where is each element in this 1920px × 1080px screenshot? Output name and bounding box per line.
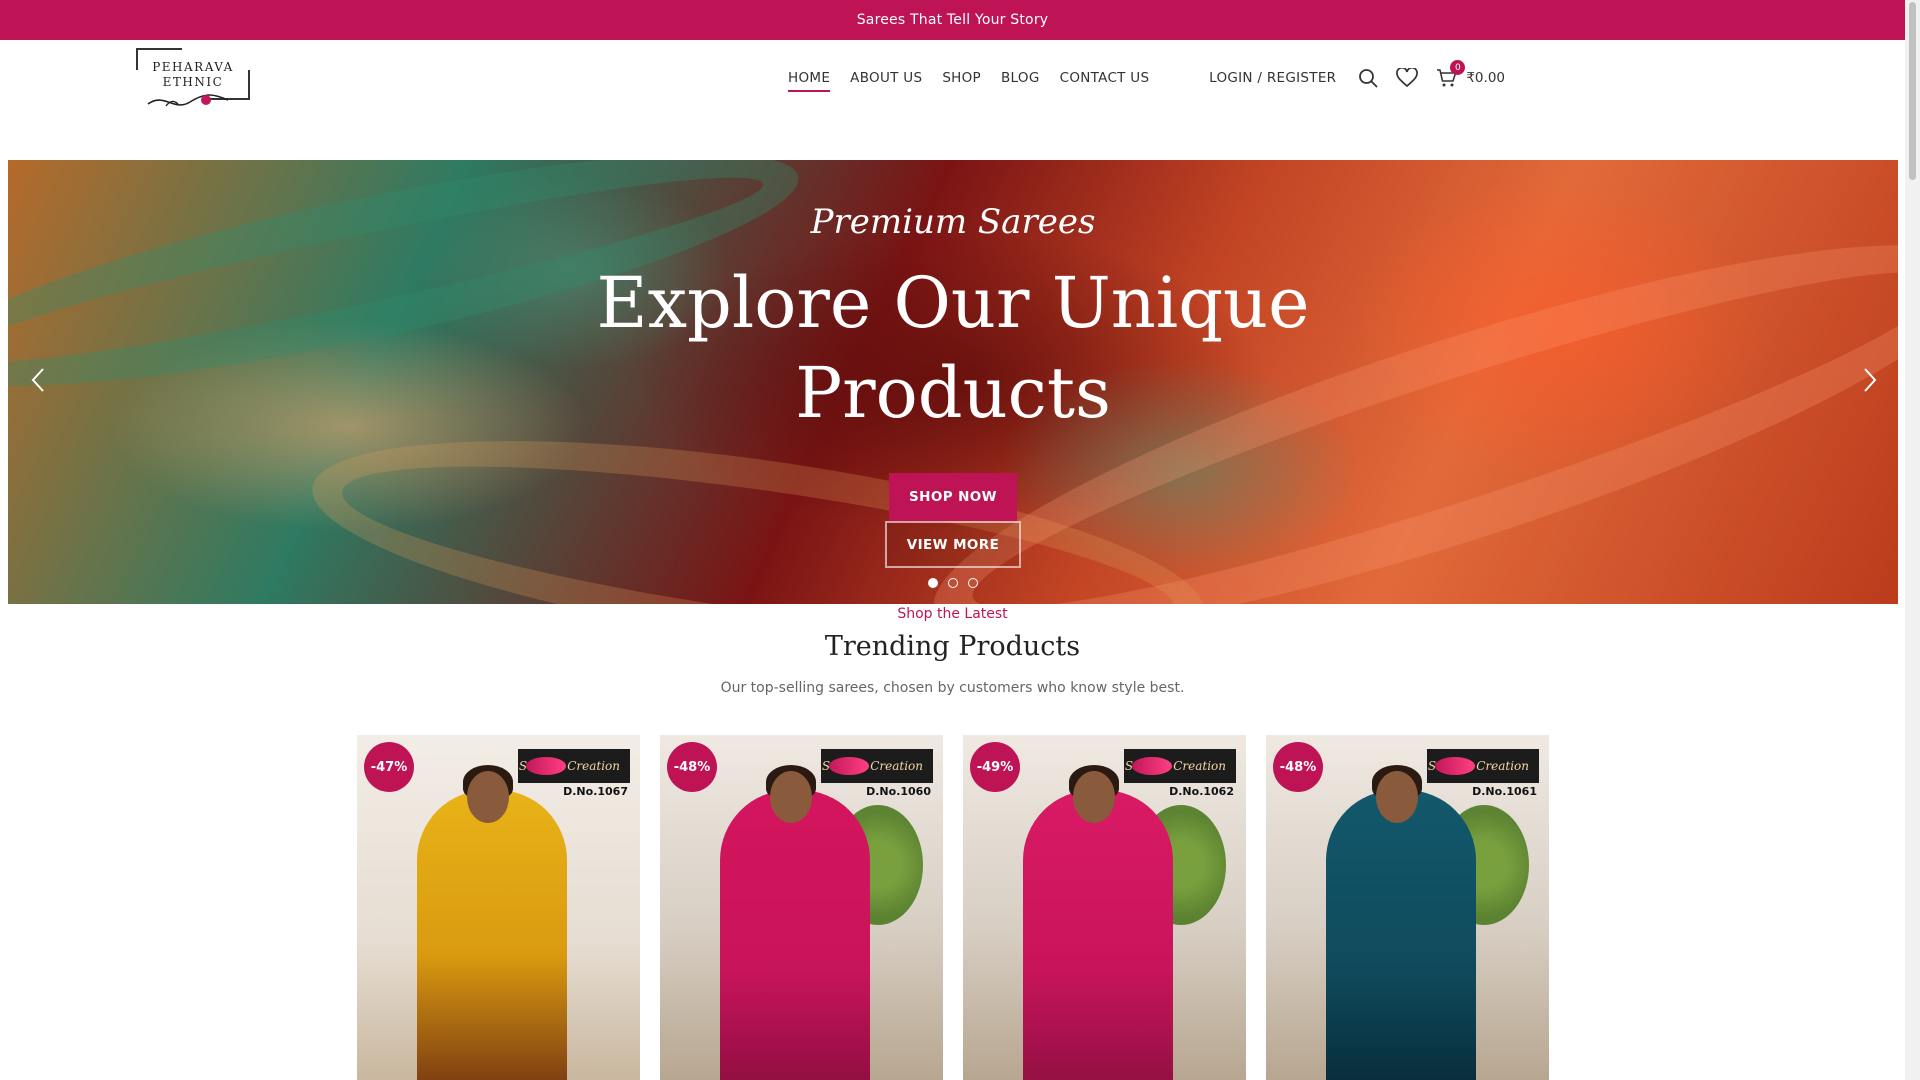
logo-line-2: ETHNIC	[162, 75, 224, 89]
design-number: D.No.1067	[563, 785, 628, 798]
slider-dot-3[interactable]	[968, 578, 978, 588]
nav-about-us[interactable]: ABOUT US	[850, 70, 922, 92]
saree-figure	[1023, 790, 1173, 1080]
header-actions: LOGIN / REGISTER 0 ₹0.00	[1209, 60, 1505, 88]
page-scrollbar[interactable]	[1905, 0, 1920, 1080]
saree-figure	[720, 790, 870, 1080]
announcement-bar: Sarees That Tell Your Story	[0, 0, 1905, 40]
hero-slider: Premium Sarees Explore Our Unique Produc…	[8, 160, 1898, 604]
product-card[interactable]: -47% Saffron Creation D.No.1067	[357, 735, 640, 1080]
brand-logo: Saffron Creation	[821, 749, 933, 783]
hero-title: Explore Our Unique Products	[596, 262, 1310, 434]
page: Sarees That Tell Your Story PEHARAVA ETH…	[0, 0, 1920, 1080]
logo-frame-top	[136, 48, 182, 50]
nav-blog[interactable]: BLOG	[1001, 70, 1040, 92]
saree-figure	[417, 790, 567, 1080]
product-card[interactable]: -48% Saffron Creation D.No.1061	[1266, 735, 1549, 1080]
brand-logo: Saffron Creation	[1124, 749, 1236, 783]
discount-badge: -47%	[364, 742, 414, 792]
chevron-left-icon[interactable]	[26, 365, 50, 395]
model-head	[467, 771, 509, 823]
product-card[interactable]: -49% Saffron Creation D.No.1062	[963, 735, 1246, 1080]
model-head	[770, 771, 812, 823]
hero-subtitle: Premium Sarees	[810, 202, 1096, 242]
cart-count-badge: 0	[1450, 60, 1466, 75]
shop-now-button[interactable]: SHOP NOW	[889, 473, 1017, 521]
logo-line-1: PEHARAVA	[152, 60, 234, 74]
discount-badge: -48%	[1273, 742, 1323, 792]
cart-total: ₹0.00	[1466, 70, 1505, 86]
product-grid: -47% Saffron Creation D.No.1067 -48% Saf…	[357, 735, 1549, 1080]
product-card[interactable]: -48% Saffron Creation D.No.1060	[660, 735, 943, 1080]
slider-dot-2[interactable]	[948, 578, 958, 588]
cart-button[interactable]: 0 ₹0.00	[1436, 60, 1505, 88]
view-more-button[interactable]: VIEW MORE	[885, 521, 1021, 568]
site-header: PEHARAVA ETHNIC HOME ABOUT US SHOP BLOG …	[0, 40, 1905, 160]
slider-pagination	[928, 578, 978, 588]
design-number: D.No.1060	[866, 785, 931, 798]
section-eyebrow: Shop the Latest	[897, 606, 1008, 622]
scrollbar-thumb[interactable]	[1909, 2, 1916, 180]
chevron-right-icon[interactable]	[1858, 365, 1882, 395]
section-title: Trending Products	[824, 631, 1081, 662]
brand-logo: Saffron Creation	[518, 749, 630, 783]
announcement-text: Sarees That Tell Your Story	[856, 12, 1049, 28]
discount-badge: -48%	[667, 742, 717, 792]
brand-logo: Saffron Creation	[1427, 749, 1539, 783]
nav-home[interactable]: HOME	[788, 70, 831, 92]
slider-dot-1[interactable]	[928, 578, 938, 588]
login-register-link[interactable]: LOGIN / REGISTER	[1209, 70, 1336, 86]
search-icon[interactable]	[1358, 68, 1378, 88]
nav-shop[interactable]: SHOP	[942, 70, 981, 92]
logo-flourish-icon	[147, 94, 229, 107]
design-number: D.No.1061	[1472, 785, 1537, 798]
heart-icon[interactable]	[1396, 68, 1419, 88]
main-nav: HOME ABOUT US SHOP BLOG CONTACT US	[788, 70, 1149, 92]
site-logo[interactable]: PEHARAVA ETHNIC	[136, 48, 250, 116]
saree-figure	[1326, 790, 1476, 1080]
discount-badge: -49%	[970, 742, 1020, 792]
nav-contact-us[interactable]: CONTACT US	[1060, 70, 1150, 92]
model-head	[1376, 771, 1418, 823]
model-head	[1073, 771, 1115, 823]
design-number: D.No.1062	[1169, 785, 1234, 798]
section-description: Our top-selling sarees, chosen by custom…	[720, 680, 1185, 696]
